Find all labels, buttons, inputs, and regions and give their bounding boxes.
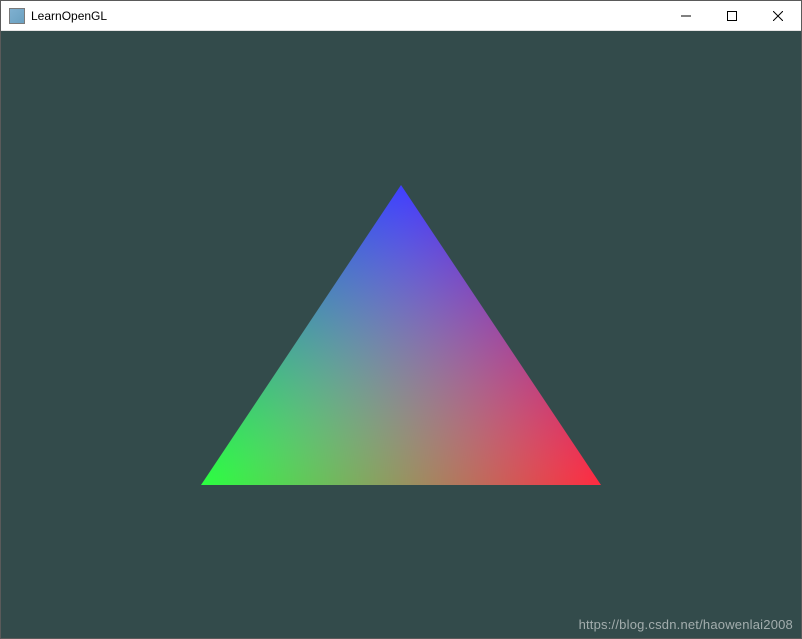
maximize-button[interactable] [709,1,755,31]
close-button[interactable] [755,1,801,31]
opengl-viewport: https://blog.csdn.net/haowenlai2008 [1,31,801,638]
window-title: LearnOpenGL [31,1,107,31]
watermark-text: https://blog.csdn.net/haowenlai2008 [579,617,793,632]
window-controls [663,1,801,30]
rendered-triangle [1,31,801,638]
close-icon [773,11,783,21]
app-icon [9,8,25,24]
minimize-button[interactable] [663,1,709,31]
minimize-icon [681,11,691,21]
maximize-icon [727,11,737,21]
application-window: LearnOpenGL [0,0,802,639]
title-bar[interactable]: LearnOpenGL [1,1,801,31]
